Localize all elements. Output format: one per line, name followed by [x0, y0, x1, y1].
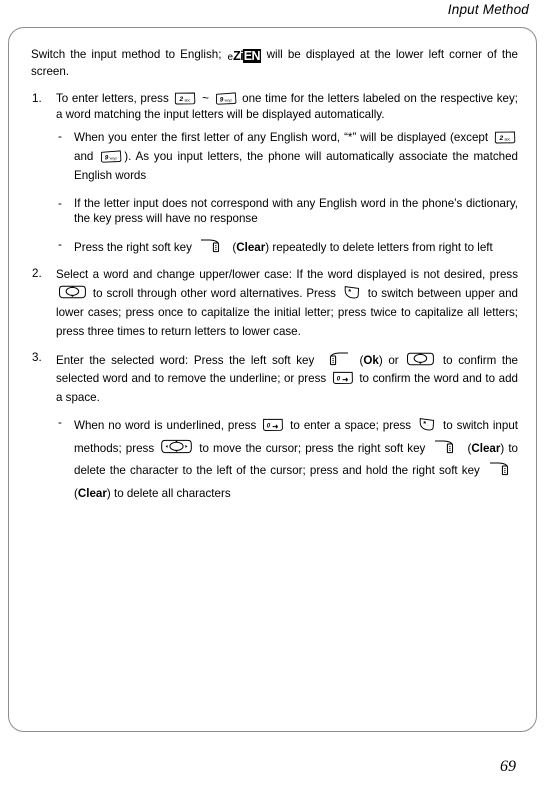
left-soft-key-icon — [322, 350, 352, 367]
step-item-2: Select a word and change upper/lower cas… — [31, 266, 518, 342]
svg-text:abc: abc — [185, 98, 191, 102]
svg-text:0: 0 — [336, 376, 340, 383]
step-item-3: Enter the selected word: Press the left … — [31, 350, 518, 506]
step-1-sub-1-text: When you enter the first letter of any E… — [74, 129, 518, 185]
step-3-sub-1-seg-1: When no word is underlined, press — [74, 419, 261, 432]
ezien-status-indicator: eZiEN — [228, 49, 261, 64]
right-soft-key-icon — [486, 460, 516, 477]
step-2-seg-2: to scroll through other word alternative… — [89, 287, 340, 301]
key-0-space-icon: 0 — [262, 418, 284, 432]
step-3-sub-1-seg-2: to enter a space; press — [286, 419, 416, 432]
step-1-sub-1-seg-1: When you enter the first letter of any E… — [74, 131, 492, 145]
up-down-navigation-key-icon — [406, 351, 435, 367]
key-0-space-icon: 0 — [332, 371, 354, 385]
step-1-sub-item-2: If the letter input does not correspond … — [56, 196, 518, 227]
svg-text:wxyz: wxyz — [224, 99, 232, 103]
step-3-sub-item-1: When no word is underlined, press 0 to e… — [56, 415, 518, 505]
step-1-sub-3-seg-3: ) repeatedly to delete letters from righ… — [265, 240, 493, 254]
svg-text:9: 9 — [219, 96, 223, 103]
step-3-seg-3: ) or — [378, 353, 405, 367]
step-3-text: Enter the selected word: Press the left … — [56, 350, 518, 408]
svg-text:abc: abc — [505, 138, 511, 142]
svg-text:·: · — [427, 423, 428, 427]
ezien-zi: Zi — [233, 49, 244, 63]
content-frame: Switch the input method to English; eZiE… — [8, 27, 537, 732]
key-9-wxyz-icon: 9 wxyz — [215, 92, 237, 105]
step-1-sub-1-seg-2: and — [74, 150, 99, 164]
step-2-seg-1: Select a word and change upper/lower cas… — [56, 267, 518, 281]
svg-text:2: 2 — [179, 96, 184, 103]
step-1-sub-item-1: When you enter the first letter of any E… — [56, 129, 518, 185]
svg-text:9: 9 — [105, 154, 109, 161]
lead-paragraph: Switch the input method to English; eZiE… — [31, 47, 518, 80]
step-item-1: To enter letters, press 2 abc ~ 9 wxyz o… — [31, 91, 518, 256]
step-3-sub-1-text: When no word is underlined, press 0 to e… — [74, 415, 518, 505]
four-way-navigation-key-icon — [160, 438, 193, 455]
step-1-sub-3-clear-label: Clear — [236, 240, 266, 254]
svg-text:wxyz: wxyz — [110, 157, 118, 161]
right-soft-key-icon — [197, 237, 227, 254]
content-body: Switch the input method to English; eZiE… — [31, 47, 518, 515]
step-3-sub-1-clear-label-1: Clear — [471, 441, 501, 455]
step-3-sublist: When no word is underlined, press 0 to e… — [56, 415, 518, 505]
running-header-title: Input Method — [447, 2, 529, 17]
step-3-sub-1-seg-8: ) to delete all characters — [106, 486, 231, 500]
svg-text:0: 0 — [267, 422, 271, 429]
step-1-sublist: When you enter the first letter of any E… — [56, 129, 518, 255]
svg-text:2: 2 — [499, 135, 504, 142]
step-2-text: Select a word and change upper/lower cas… — [56, 266, 518, 342]
svg-text:*: * — [348, 288, 351, 297]
svg-text:*: * — [423, 419, 426, 428]
svg-text:·: · — [352, 292, 353, 296]
key-2-abc-icon: 2 abc — [174, 92, 196, 105]
right-soft-key-icon — [431, 438, 461, 455]
lead-paragraph-text-before: Switch the input method to English; — [31, 48, 227, 61]
step-3-ok-label: Ok — [363, 353, 379, 367]
step-1-sub-1-seg-3: ). As you input letters, the phone will … — [74, 150, 518, 182]
step-3-seg-2: ( — [353, 353, 364, 367]
key-9-wxyz-icon: 9 wxyz — [100, 150, 122, 163]
step-1-text: To enter letters, press 2 abc ~ 9 wxyz o… — [56, 91, 518, 122]
step-1-sub-2-text: If the letter input does not correspond … — [74, 196, 518, 226]
key-2-abc-icon: 2 abc — [494, 131, 516, 144]
page-number: 69 — [500, 758, 516, 775]
key-star-icon: * · — [342, 285, 362, 300]
step-1-seg-1: To enter letters, press — [56, 91, 173, 105]
step-1-seg-2: ~ — [198, 91, 213, 105]
step-3-sub-1-seg-4: to move the cursor; press the right soft… — [195, 441, 430, 455]
step-1-sub-3-seg-1: Press the right soft key — [74, 240, 196, 254]
instruction-steps-list: To enter letters, press 2 abc ~ 9 wxyz o… — [31, 91, 518, 505]
step-3-seg-1: Enter the selected word: Press the left … — [56, 353, 320, 367]
ezien-en: EN — [243, 49, 261, 63]
step-1-sub-item-3: Press the right soft key (Clear) repeate… — [56, 237, 518, 256]
step-1-sub-3-text: Press the right soft key (Clear) repeate… — [74, 237, 518, 256]
key-star-icon: * · — [417, 417, 437, 432]
step-3-sub-1-clear-label-2: Clear — [77, 486, 107, 500]
up-down-navigation-key-icon — [58, 284, 87, 300]
